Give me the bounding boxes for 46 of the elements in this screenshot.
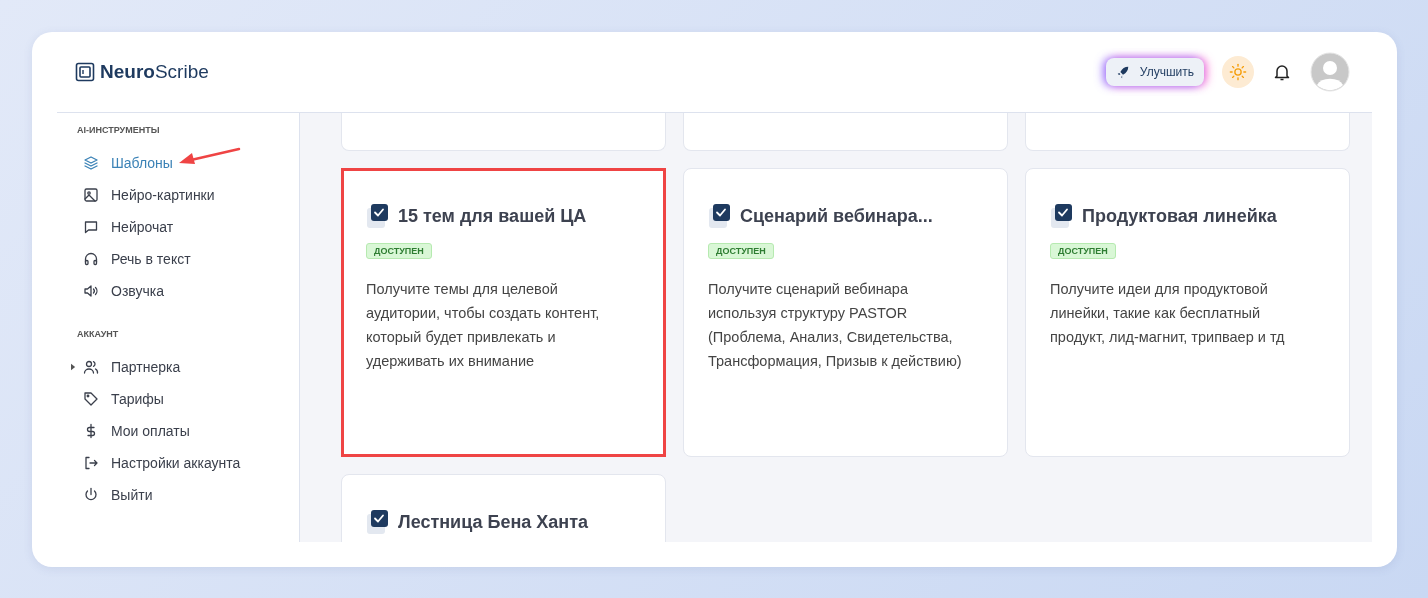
card-description: Получите темы для целевой аудитории, чтобы создать контент, который будет привлекать и удерживать их внимание — [366, 280, 601, 371]
checkbox-icon — [366, 509, 390, 535]
section-heading: AI-ИНСТРУМЕНТЫ — [77, 125, 161, 135]
upgrade-button[interactable]: Улучшить — [1105, 58, 1204, 86]
status-badge: ДОСТУПЕН — [708, 243, 774, 259]
sidebar-item[interactable]: Речь в текст — [77, 251, 191, 267]
speaker-icon — [83, 283, 99, 299]
chat-icon — [83, 219, 99, 235]
card-title: Лестница Бена Ханта — [398, 511, 588, 533]
sidebar-item[interactable]: Мои оплаты — [77, 423, 190, 439]
logo-text[interactable]: NeuroScribe — [100, 61, 209, 83]
sidebar-item[interactable]: Озвучка — [77, 283, 164, 299]
logout-icon — [83, 455, 99, 471]
card-description: Получите сценарий вебинара используя структуру PASTOR (Проблема, Анализ, Свидетельства, Трансформация, Призыв к действию) — [708, 280, 963, 371]
template-card[interactable]: Лестница Бена Ханта — [341, 474, 666, 542]
logo-icon — [75, 62, 95, 82]
sidebar-item[interactable]: Шаблоны — [77, 155, 173, 171]
sidebar-item[interactable]: Настройки аккаунта — [77, 455, 241, 471]
template-card[interactable]: Продуктовая линейка ДОСТУПЕН Получите идеи для продуктовой линейки, такие как бесплатный продукт, лид-магнит, трипваер и тд — [1025, 168, 1350, 457]
sidebar-item[interactable]: Нейро-картинки — [77, 187, 215, 203]
bell-icon[interactable] — [1272, 62, 1292, 82]
checkbox-icon — [366, 203, 390, 229]
checkbox-icon — [708, 203, 732, 229]
card-title: Сценарий вебинара... — [740, 205, 933, 227]
card-title: Продуктовая линейка — [1082, 205, 1277, 227]
template-card[interactable]: 15 тем для вашей ЦА ДОСТУПЕН Получите темы для целевой аудитории, чтобы создать контент, который будет привлекать и удерживать их внимание — [341, 168, 666, 457]
theme-toggle-button[interactable] — [1222, 56, 1254, 88]
sun-icon — [1229, 63, 1247, 81]
sidebar-item[interactable]: Нейрочат — [77, 219, 174, 235]
checkbox-icon — [1050, 203, 1074, 229]
tag-icon — [83, 391, 99, 407]
card-description: Получите идеи для продуктовой линейки, такие как бесплатный продукт, лид-магнит, трипваер и тд — [1050, 280, 1286, 347]
users-icon — [83, 359, 99, 375]
layers-icon — [83, 155, 99, 171]
headphones-icon — [83, 251, 99, 267]
status-badge: ДОСТУПЕН — [366, 243, 432, 259]
section-heading: АККАУНТ — [77, 329, 120, 339]
caret-icon[interactable] — [71, 363, 76, 371]
template-card[interactable]: Сценарий вебинара... ДОСТУПЕН Получите сценарий вебинара используя структуру PASTOR (Проблема, Анализ, Свидетельства, Трансформация, Призыв к действию) — [683, 168, 1008, 457]
image-icon — [83, 187, 99, 203]
sidebar-item[interactable]: Партнерка — [77, 359, 181, 375]
card-title: 15 тем для вашей ЦА — [398, 205, 587, 227]
power-icon — [83, 487, 99, 503]
sidebar-item[interactable]: Тарифы — [77, 391, 164, 407]
sidebar-item[interactable]: Выйти — [77, 487, 153, 503]
status-badge: ДОСТУПЕН — [1050, 243, 1116, 259]
